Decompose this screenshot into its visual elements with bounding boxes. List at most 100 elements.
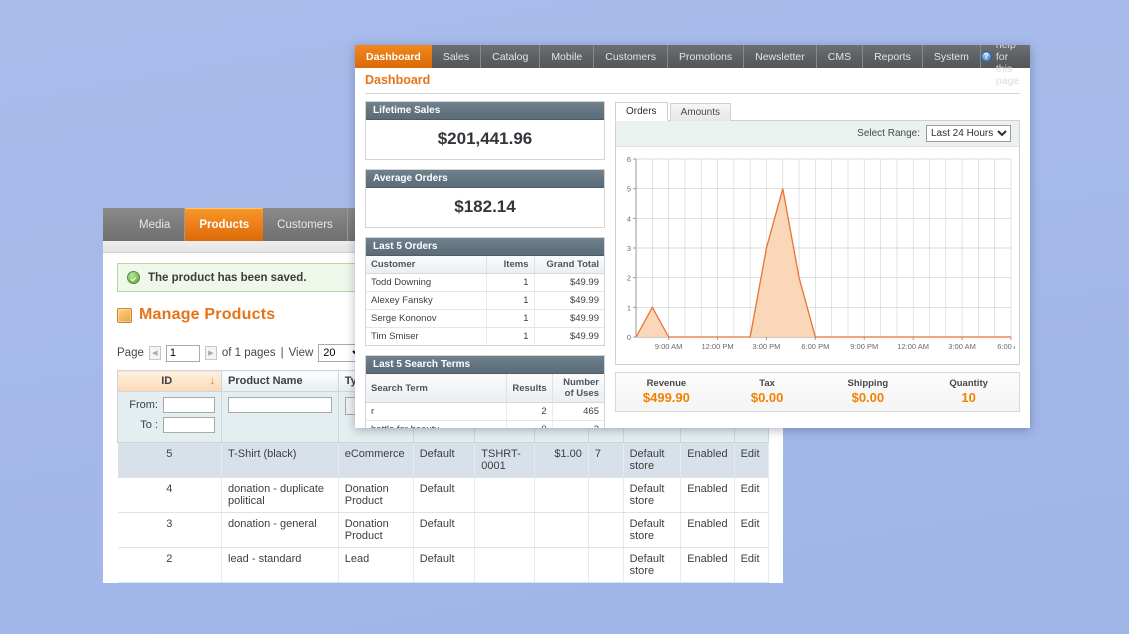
nav-label: Customers [605,51,656,63]
svg-text:3: 3 [627,244,631,253]
cell-product-name: donation - duplicate political [222,478,339,513]
cell-customer: Tim Smiser [366,328,486,346]
cell-customer: Serge Kononov [366,310,486,328]
col-customer: Customer [366,256,486,274]
chart-plot-area: 01234569:00 AM12:00 PM3:00 PM6:00 PM9:00… [616,147,1019,364]
cell-type: eCommerce [338,443,413,478]
tab-orders[interactable]: Orders [615,102,668,121]
nav-item-mobile[interactable]: Mobile [540,45,594,68]
nav-item-sales[interactable]: Sales [432,45,481,68]
total-value: $0.00 [717,390,818,405]
last-orders-panel: Last 5 Orders Customer Items Grand Total… [365,237,605,346]
header-row: Search Term Results Number of Uses [366,374,604,403]
edit-link[interactable]: Edit [734,513,768,548]
total-quantity: Quantity 10 [918,373,1019,411]
list-item[interactable]: r 2 465 [366,403,604,421]
cell-visibility: Default store [623,583,681,584]
filter-id-from-input[interactable] [163,397,215,413]
filter-to-label: To : [124,419,158,431]
cell-results: 2 [506,403,552,421]
col-number-of-uses: Number of Uses [552,374,604,403]
table-row[interactable]: 4 donation - duplicate political Donatio… [118,478,769,513]
total-label: Shipping [818,378,919,389]
column-header-product-name[interactable]: Product Name [222,371,339,392]
filter-cell-product-name [222,392,339,443]
list-item[interactable]: battle for beauty 0 2 [366,421,604,429]
nav-item-promotions[interactable]: Promotions [668,45,744,68]
total-label: Revenue [616,378,717,389]
cell-customer: Todd Downing [366,274,486,292]
svg-text:12:00 PM: 12:00 PM [701,342,733,351]
cell-product-name: link out product [222,583,339,584]
cell-type: Donation Product [338,478,413,513]
svg-text:5: 5 [627,185,631,194]
bg-nav-item-media[interactable]: Media [125,208,185,241]
filter-product-name-input[interactable] [228,397,332,413]
filter-id-to-input[interactable] [163,417,215,433]
edit-link[interactable]: Edit [734,478,768,513]
total-pages-label: of 1 pages [222,347,276,359]
prev-page-button[interactable]: ◀ [149,346,161,360]
cell-id: 2 [118,548,222,583]
svg-text:12:00 AM: 12:00 AM [897,342,929,351]
svg-text:6:00 AM: 6:00 AM [997,342,1015,351]
bg-nav-item-customers[interactable]: Customers [263,208,348,241]
question-circle-icon: ? [981,51,992,62]
total-value: $499.90 [616,390,717,405]
next-page-button[interactable]: ▶ [205,346,217,360]
cell-visibility: Default store [623,443,681,478]
nav-item-cms[interactable]: CMS [817,45,863,68]
svg-text:9:00 PM: 9:00 PM [850,342,878,351]
nav-item-dashboard[interactable]: Dashboard [355,45,432,68]
nav-item-newsletter[interactable]: Newsletter [744,45,817,68]
last-orders-head: Customer Items Grand Total [366,256,604,274]
svg-text:4: 4 [627,214,631,223]
page-title-text: Manage Products [139,306,275,324]
dashboard-window: Dashboard Sales Catalog Mobile Customers… [355,45,1030,428]
edit-link[interactable]: Edit [734,443,768,478]
bg-nav-label: Customers [277,219,333,231]
list-item[interactable]: Todd Downing 1 $49.99 [366,274,604,292]
nav-item-customers[interactable]: Customers [594,45,668,68]
edit-link[interactable]: Edit [734,548,768,583]
page-number-input[interactable] [166,345,200,362]
nav-item-catalog[interactable]: Catalog [481,45,540,68]
average-orders-panel: Average Orders $182.14 [365,169,605,228]
list-item[interactable]: Serge Kononov 1 $49.99 [366,310,604,328]
table-row[interactable]: 3 donation - general Donation Product De… [118,513,769,548]
nav-label: Dashboard [366,51,421,63]
svg-text:3:00 PM: 3:00 PM [752,342,780,351]
edit-link[interactable]: Edit [734,583,768,584]
bg-nav-item-products[interactable]: Products [185,208,263,241]
cell-attribute-set: Default [413,513,475,548]
cell-visibility: Default store [623,513,681,548]
tab-amounts[interactable]: Amounts [670,103,731,121]
list-item[interactable]: Tim Smiser 1 $49.99 [366,328,604,346]
get-help-link[interactable]: ? Get help for this page [981,45,1030,68]
table-row[interactable]: 1 link out product Product Link Out Defa… [118,583,769,584]
cell-items: 1 [486,328,534,346]
total-revenue: Revenue $499.90 [616,373,717,411]
dashboard-title-bar: Dashboard [355,68,1030,91]
check-circle-icon [127,271,140,284]
nav-label: Mobile [551,51,582,63]
dashboard-columns: Lifetime Sales $201,441.96 Average Order… [355,94,1030,428]
average-orders-value: $182.14 [366,188,604,227]
bg-nav-label: Media [139,219,170,231]
column-header-id[interactable]: ID ↓ [118,371,222,392]
nav-item-reports[interactable]: Reports [863,45,923,68]
select-range-dropdown[interactable]: Last 24 Hours [926,125,1011,142]
cell-status: Enabled [681,583,734,584]
cell-qty: 7 [588,443,623,478]
nav-label: Catalog [492,51,528,63]
cell-attribute-set: Default [413,478,475,513]
cell-status: Enabled [681,478,734,513]
cell-product-name: donation - general [222,513,339,548]
svg-text:2: 2 [627,274,631,283]
table-row[interactable]: 5 T-Shirt (black) eCommerce Default TSHR… [118,443,769,478]
list-item[interactable]: Alexey Fansky 1 $49.99 [366,292,604,310]
cell-status: Enabled [681,548,734,583]
nav-item-system[interactable]: System [923,45,981,68]
table-row[interactable]: 2 lead - standard Lead Default Default s… [118,548,769,583]
cell-qty [588,548,623,583]
